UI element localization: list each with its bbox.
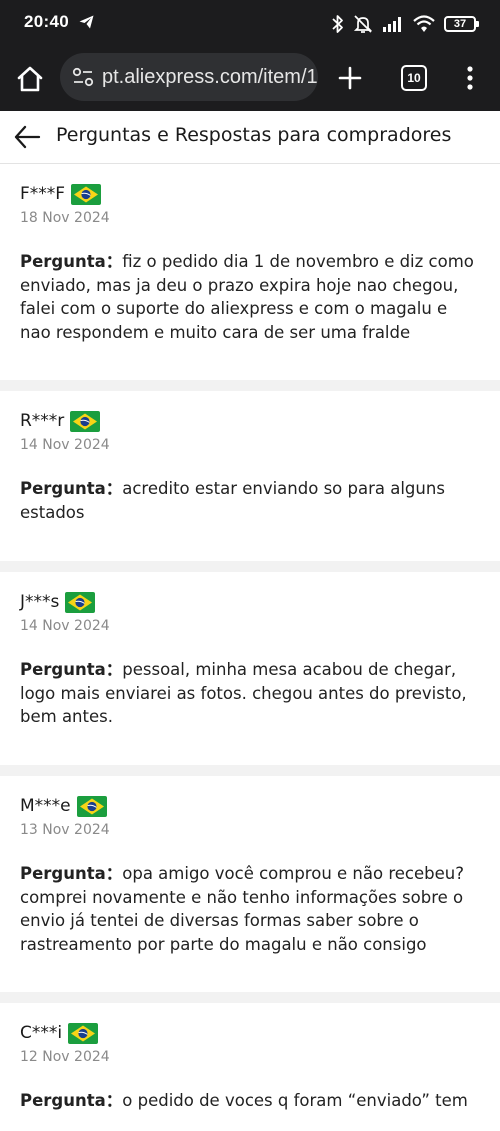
battery-level: 37 xyxy=(453,18,467,30)
user-name: C***i xyxy=(20,1023,63,1043)
more-vert-icon[interactable] xyxy=(460,64,480,92)
question-item: F***F 18 Nov 2024 Pergunta：fiz o pedido … xyxy=(0,164,500,380)
divider xyxy=(0,561,500,572)
question-date: 12 Nov 2024 xyxy=(20,1049,110,1065)
question-date: 13 Nov 2024 xyxy=(20,822,110,838)
question-text: Pergunta：acredito estar enviando so para… xyxy=(20,477,480,524)
question-item: J***s 14 Nov 2024 Pergunta：pessoal, minh… xyxy=(0,572,500,765)
tab-switcher-button[interactable]: 10 xyxy=(401,65,427,91)
question-label: Pergunta： xyxy=(20,252,123,271)
question-date: 14 Nov 2024 xyxy=(20,618,110,634)
user-name: J***s xyxy=(20,592,60,612)
question-label: Pergunta： xyxy=(20,864,123,883)
send-icon xyxy=(79,15,94,29)
question-text: Pergunta：o pedido de voces q foram “envi… xyxy=(20,1089,480,1113)
page-title: Perguntas e Respostas para compradores xyxy=(56,124,452,146)
user-name: M***e xyxy=(20,796,71,816)
divider xyxy=(0,380,500,391)
address-bar[interactable]: pt.aliexpress.com/item/1 xyxy=(60,53,318,101)
user-name: R***r xyxy=(20,411,65,431)
battery-icon: 37 xyxy=(444,16,479,32)
bluetooth-icon xyxy=(332,15,343,33)
brazil-flag-icon xyxy=(70,410,101,432)
divider xyxy=(0,765,500,776)
question-label: Pergunta： xyxy=(20,660,123,679)
site-settings-icon[interactable] xyxy=(72,66,94,88)
brazil-flag-icon xyxy=(71,183,102,205)
question-item: C***i 12 Nov 2024 Pergunta：o pedido de v… xyxy=(0,1003,500,1131)
status-icons: 37 xyxy=(332,13,479,35)
brazil-flag-icon xyxy=(76,795,107,817)
questions-list: F***F 18 Nov 2024 Pergunta：fiz o pedido … xyxy=(0,164,500,1131)
user-name: F***F xyxy=(20,184,66,204)
question-label: Pergunta： xyxy=(20,1091,123,1110)
question-date: 14 Nov 2024 xyxy=(20,437,110,453)
url-text: pt.aliexpress.com/item/1 xyxy=(102,65,318,88)
brazil-flag-icon xyxy=(68,1022,99,1044)
page-header: Perguntas e Respostas para compradores xyxy=(0,111,500,164)
question-author: R***r xyxy=(20,409,480,433)
question-text: Pergunta：pessoal, minha mesa acabou de c… xyxy=(20,658,480,729)
browser-toolbar: pt.aliexpress.com/item/1 10 xyxy=(0,48,500,111)
home-icon[interactable] xyxy=(16,65,44,93)
status-bar: 20:40 37 xyxy=(0,0,500,48)
question-item: M***e 13 Nov 2024 Pergunta：opa amigo voc… xyxy=(0,776,500,992)
question-author: C***i xyxy=(20,1021,480,1045)
question-text: Pergunta：opa amigo você comprou e não re… xyxy=(20,862,480,956)
status-time: 20:40 xyxy=(24,12,69,31)
wifi-icon xyxy=(413,15,435,32)
signal-icon xyxy=(383,17,401,32)
question-author: J***s xyxy=(20,590,480,614)
question-item: R***r 14 Nov 2024 Pergunta：acredito esta… xyxy=(0,391,500,561)
question-author: M***e xyxy=(20,794,480,818)
mute-icon xyxy=(353,15,373,33)
back-arrow-icon[interactable] xyxy=(12,123,42,151)
question-author: F***F xyxy=(20,182,480,206)
divider xyxy=(0,992,500,1003)
tab-count: 10 xyxy=(407,71,421,85)
plus-icon[interactable] xyxy=(336,64,364,92)
question-body: o pedido de voces q foram “enviado” tem xyxy=(122,1091,468,1110)
question-text: Pergunta：fiz o pedido dia 1 de novembro … xyxy=(20,250,480,344)
question-label: Pergunta： xyxy=(20,479,123,498)
question-date: 18 Nov 2024 xyxy=(20,210,110,226)
brazil-flag-icon xyxy=(65,591,96,613)
